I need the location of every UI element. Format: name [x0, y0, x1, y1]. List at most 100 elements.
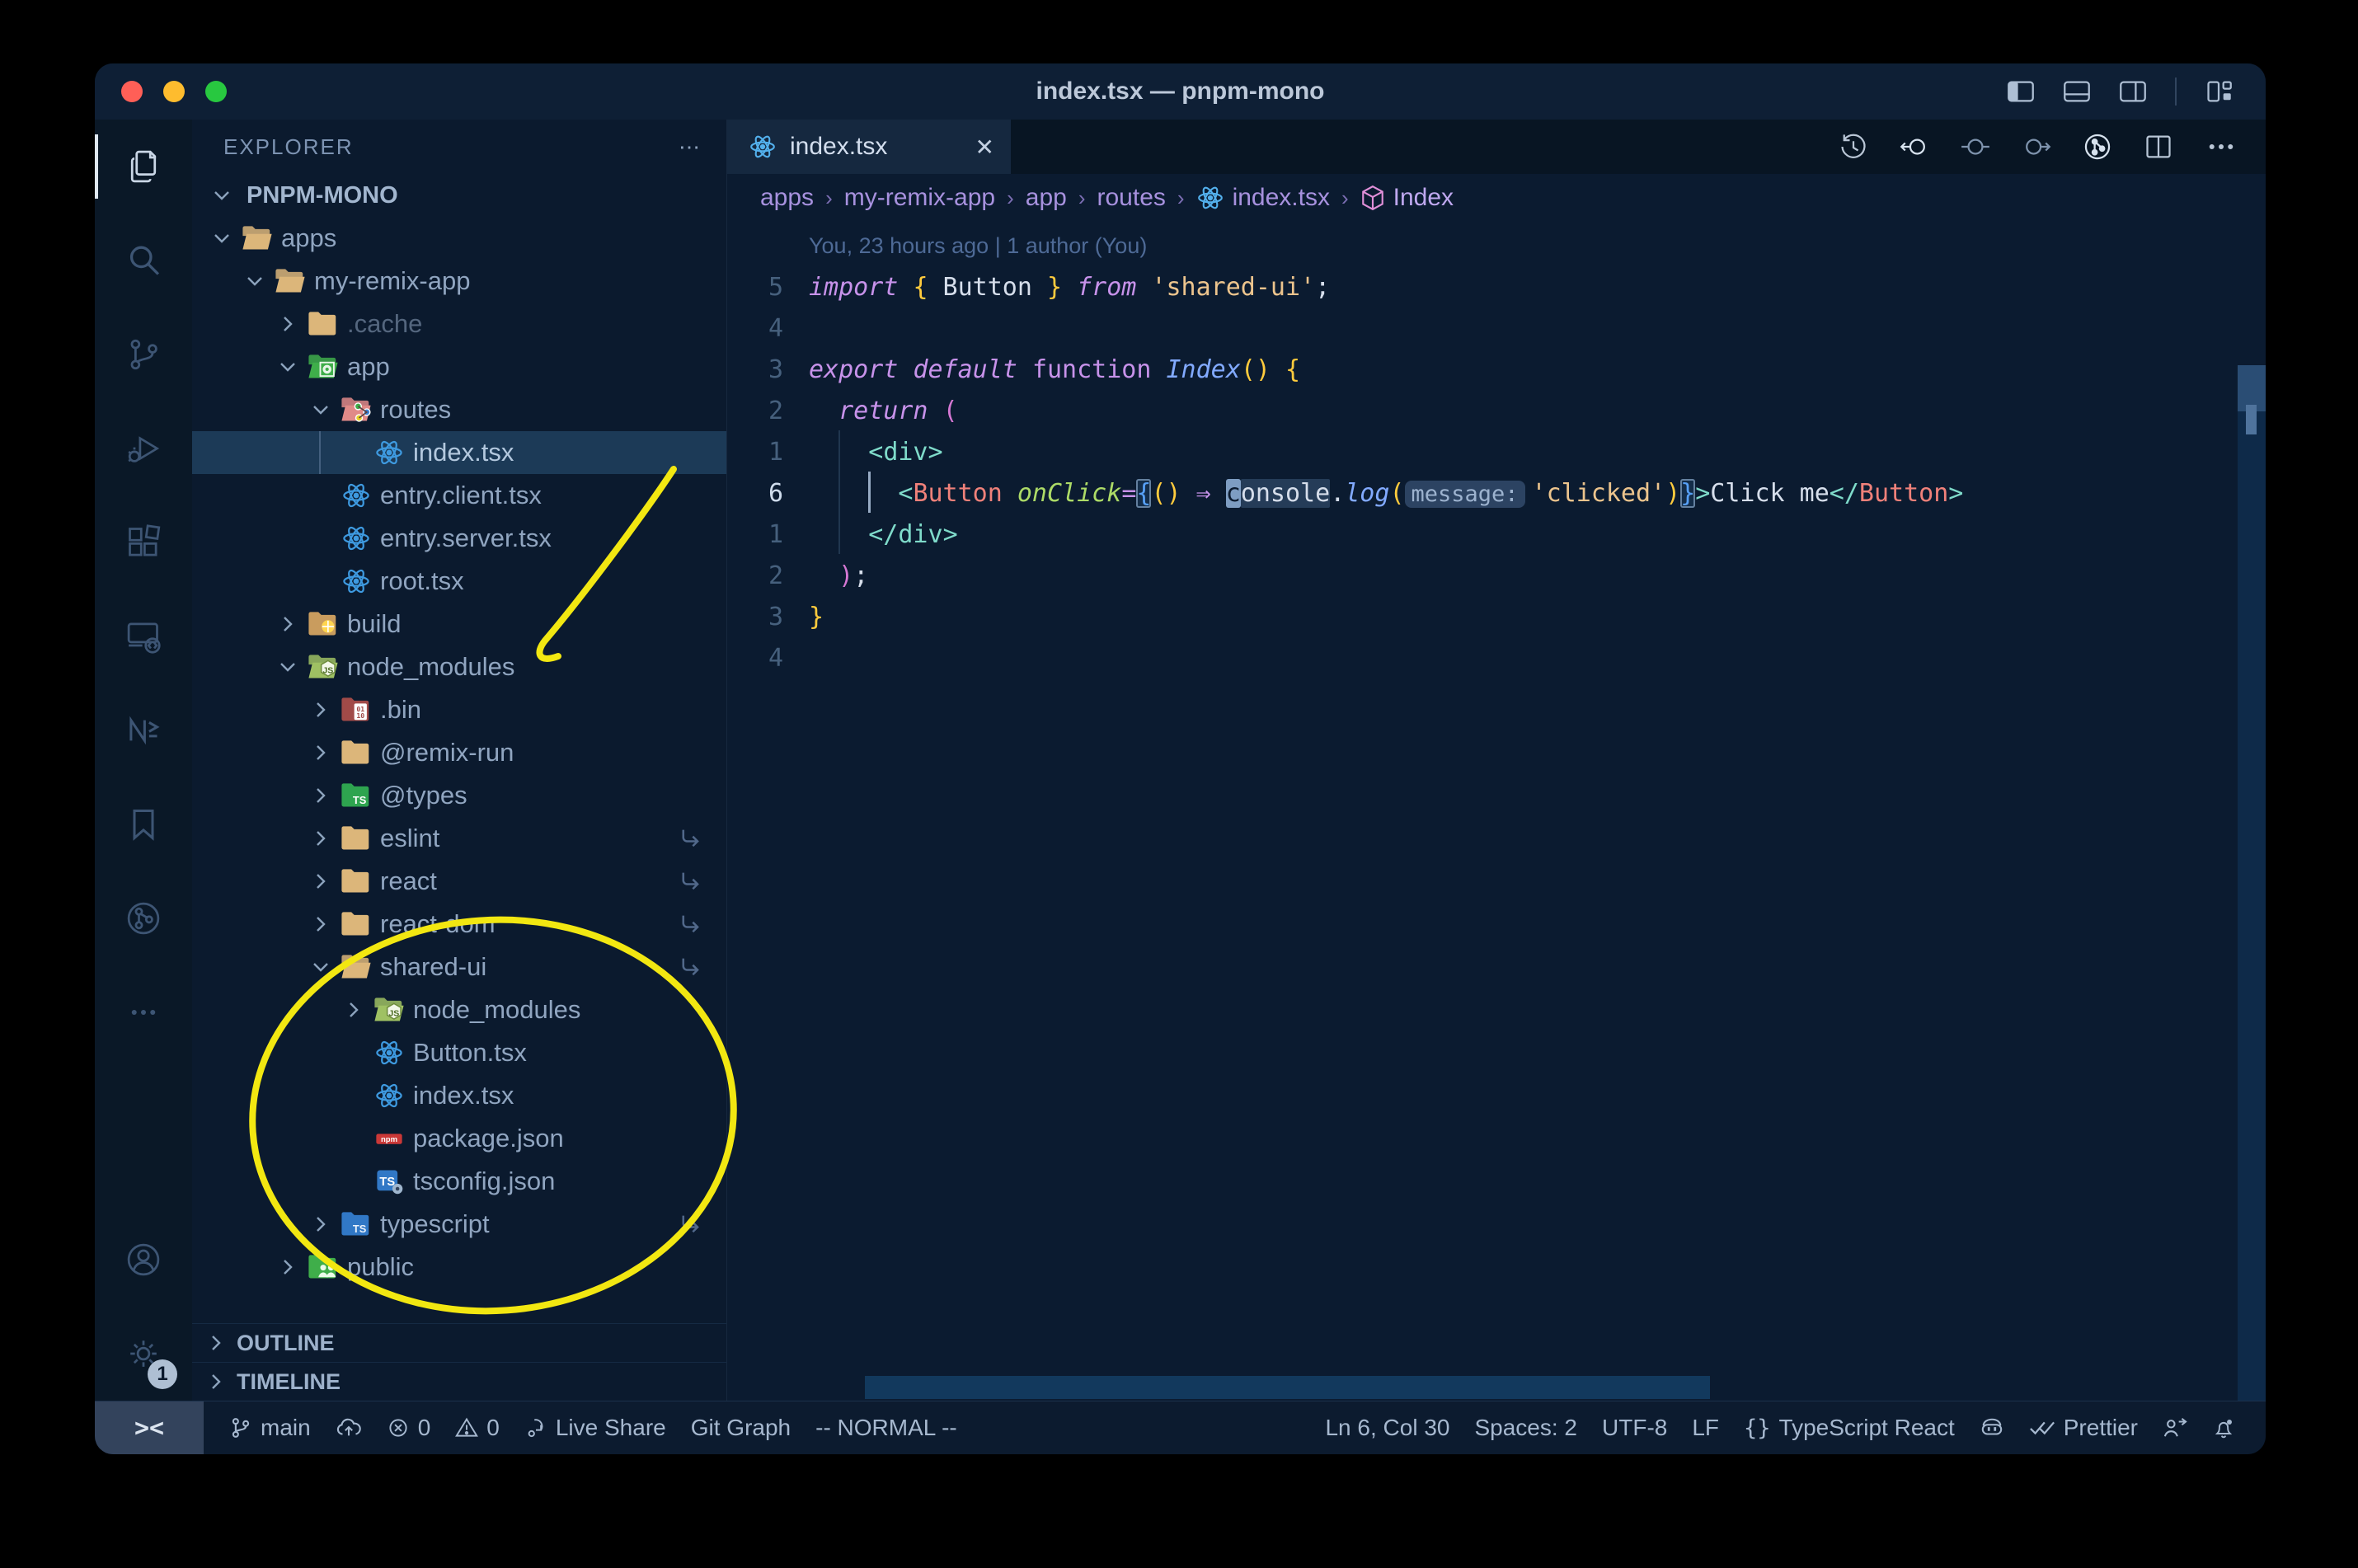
code-line[interactable]: 2 return (: [727, 390, 2266, 431]
vertical-scrollbar[interactable]: [2238, 365, 2266, 1401]
tree-item-entry.server.tsx[interactable]: entry.server.tsx: [192, 517, 726, 560]
line-number: 1: [768, 437, 783, 467]
status-language-mode[interactable]: {} TypeScript React: [1744, 1415, 1955, 1441]
tree-item-@types[interactable]: TS @types: [192, 774, 726, 817]
activity-accounts[interactable]: [95, 1213, 192, 1307]
tree-item-label: eslint: [380, 824, 440, 852]
split-editor-button[interactable]: [2144, 132, 2173, 162]
tree-item-@remix-run[interactable]: @remix-run: [192, 731, 726, 774]
tree-item-package.json[interactable]: npm package.json: [192, 1117, 726, 1160]
minimize-window-button[interactable]: [163, 81, 185, 102]
code-line[interactable]: 2 );: [727, 555, 2266, 596]
breadcrumb-separator: ›: [1177, 185, 1185, 210]
tree-item-label: Button.tsx: [413, 1038, 527, 1067]
code-line[interactable]: 3 }: [727, 596, 2266, 637]
status-eol[interactable]: LF: [1692, 1415, 1719, 1441]
previous-change-button[interactable]: [1900, 132, 1929, 162]
tree-item-routes[interactable]: routes: [192, 388, 726, 431]
breadcrumb-index.tsx[interactable]: index.tsx: [1196, 184, 1330, 212]
activity-remote-explorer[interactable]: [95, 589, 192, 683]
toggle-secondary-sidebar-icon[interactable]: [2119, 80, 2147, 103]
status-copilot[interactable]: [1980, 1416, 2004, 1439]
horizontal-scrollbar-thumb[interactable]: [865, 1376, 1710, 1399]
tree-item-root.tsx[interactable]: root.tsx: [192, 560, 726, 603]
activity-git-graph[interactable]: [95, 871, 192, 965]
panel-timeline[interactable]: TIMELINE: [192, 1362, 726, 1401]
code-line[interactable]: 3 export default function Index() {: [727, 349, 2266, 390]
breadcrumb-my-remix-app[interactable]: my-remix-app: [844, 184, 995, 212]
status-prettier[interactable]: Prettier: [2029, 1415, 2138, 1441]
status-notifications[interactable]: [2212, 1416, 2235, 1439]
code-line[interactable]: 4: [727, 307, 2266, 349]
tree-item-react[interactable]: react: [192, 860, 726, 903]
breadcrumb-apps[interactable]: apps: [760, 184, 814, 212]
tree-item-eslint[interactable]: eslint: [192, 817, 726, 860]
tree-item-.cache[interactable]: .cache: [192, 303, 726, 345]
activity-more-views[interactable]: [95, 965, 192, 1059]
tree-item-.bin[interactable]: 01 10 .bin: [192, 688, 726, 731]
code-line[interactable]: 1 </div>: [727, 512, 2266, 555]
code-line[interactable]: 6 <Button onClick={() ⇒ console.log(mess…: [727, 471, 2266, 514]
tab-index-tsx[interactable]: index.tsx ✕: [727, 120, 1011, 174]
activity-extensions[interactable]: [95, 495, 192, 589]
status-live-share[interactable]: Live Share: [524, 1415, 666, 1441]
customize-layout-icon[interactable]: [2205, 80, 2233, 103]
next-change-button[interactable]: [2022, 132, 2051, 162]
tree-item-node_modules[interactable]: JS node_modules: [192, 646, 726, 688]
activity-run-debug[interactable]: [95, 401, 192, 495]
close-tab-icon[interactable]: ✕: [975, 134, 994, 161]
activity-explorer[interactable]: [95, 120, 192, 214]
tree-item-index.tsx[interactable]: index.tsx: [192, 431, 726, 474]
status-feedback[interactable]: [2163, 1416, 2187, 1439]
open-change-button[interactable]: [1961, 132, 1990, 162]
status-git-graph[interactable]: Git Graph: [691, 1415, 791, 1441]
tree-item-build[interactable]: build: [192, 603, 726, 646]
status-remote-indicator[interactable]: ><: [95, 1401, 204, 1454]
sidebar-more-actions-icon[interactable]: ⋯: [679, 134, 702, 160]
tree-item-typescript[interactable]: TS typescript: [192, 1203, 726, 1246]
close-window-button[interactable]: [121, 81, 143, 102]
toggle-panel-icon[interactable]: [2063, 80, 2091, 103]
tree-item-apps[interactable]: apps: [192, 217, 726, 260]
code-editor[interactable]: You, 23 hours ago | 1 author (You) 5 imp…: [727, 222, 2266, 1401]
status-git-branch[interactable]: main: [229, 1415, 311, 1441]
activity-settings[interactable]: 1: [95, 1307, 192, 1401]
tree-item-app[interactable]: app: [192, 345, 726, 388]
status-encoding[interactable]: UTF-8: [1602, 1415, 1667, 1441]
status-sync[interactable]: [336, 1416, 362, 1439]
tree-item-Button.tsx[interactable]: Button.tsx: [192, 1031, 726, 1074]
activity-search[interactable]: [95, 214, 192, 307]
tree-item-entry.client.tsx[interactable]: entry.client.tsx: [192, 474, 726, 517]
project-section-header[interactable]: PNPM-MONO: [192, 174, 726, 217]
tsconfig-file-icon: TS: [370, 1167, 408, 1195]
timeline-history-button[interactable]: [1839, 132, 1868, 162]
line-number: 4: [768, 313, 783, 343]
tree-item-index.tsx[interactable]: index.tsx: [192, 1074, 726, 1117]
toggle-primary-sidebar-icon[interactable]: [2007, 80, 2035, 103]
code-line[interactable]: 5 import { Button } from 'shared-ui';: [727, 266, 2266, 307]
commit-graph-button[interactable]: [2083, 132, 2112, 162]
status-warnings[interactable]: 0: [455, 1415, 500, 1441]
status-cursor-position[interactable]: Ln 6, Col 30: [1325, 1415, 1449, 1441]
activity-nx-console[interactable]: [95, 683, 192, 777]
tree-item-node_modules[interactable]: JS node_modules: [192, 988, 726, 1031]
tree-item-tsconfig.json[interactable]: TS tsconfig.json: [192, 1160, 726, 1203]
breadcrumb-routes[interactable]: routes: [1097, 184, 1166, 212]
more-actions-button[interactable]: [2205, 130, 2238, 163]
breadcrumb-app[interactable]: app: [1026, 184, 1067, 212]
status-vim-mode[interactable]: -- NORMAL --: [815, 1415, 957, 1441]
tree-item-my-remix-app[interactable]: my-remix-app: [192, 260, 726, 303]
tree-item-react-dom[interactable]: react-dom: [192, 903, 726, 946]
tree-item-shared-ui[interactable]: shared-ui: [192, 946, 726, 988]
code-line[interactable]: 4: [727, 637, 2266, 678]
activity-bookmarks[interactable]: [95, 777, 192, 871]
breadcrumb-Index[interactable]: Index: [1360, 184, 1454, 212]
panel-outline[interactable]: OUTLINE: [192, 1323, 726, 1362]
activity-source-control[interactable]: [95, 307, 192, 401]
settings-badge: 1: [148, 1359, 177, 1389]
tree-item-public[interactable]: public: [192, 1246, 726, 1289]
status-errors[interactable]: 0: [387, 1415, 430, 1441]
status-indentation[interactable]: Spaces: 2: [1474, 1415, 1577, 1441]
zoom-window-button[interactable]: [205, 81, 227, 102]
code-line[interactable]: 1 <div>: [727, 430, 2266, 472]
